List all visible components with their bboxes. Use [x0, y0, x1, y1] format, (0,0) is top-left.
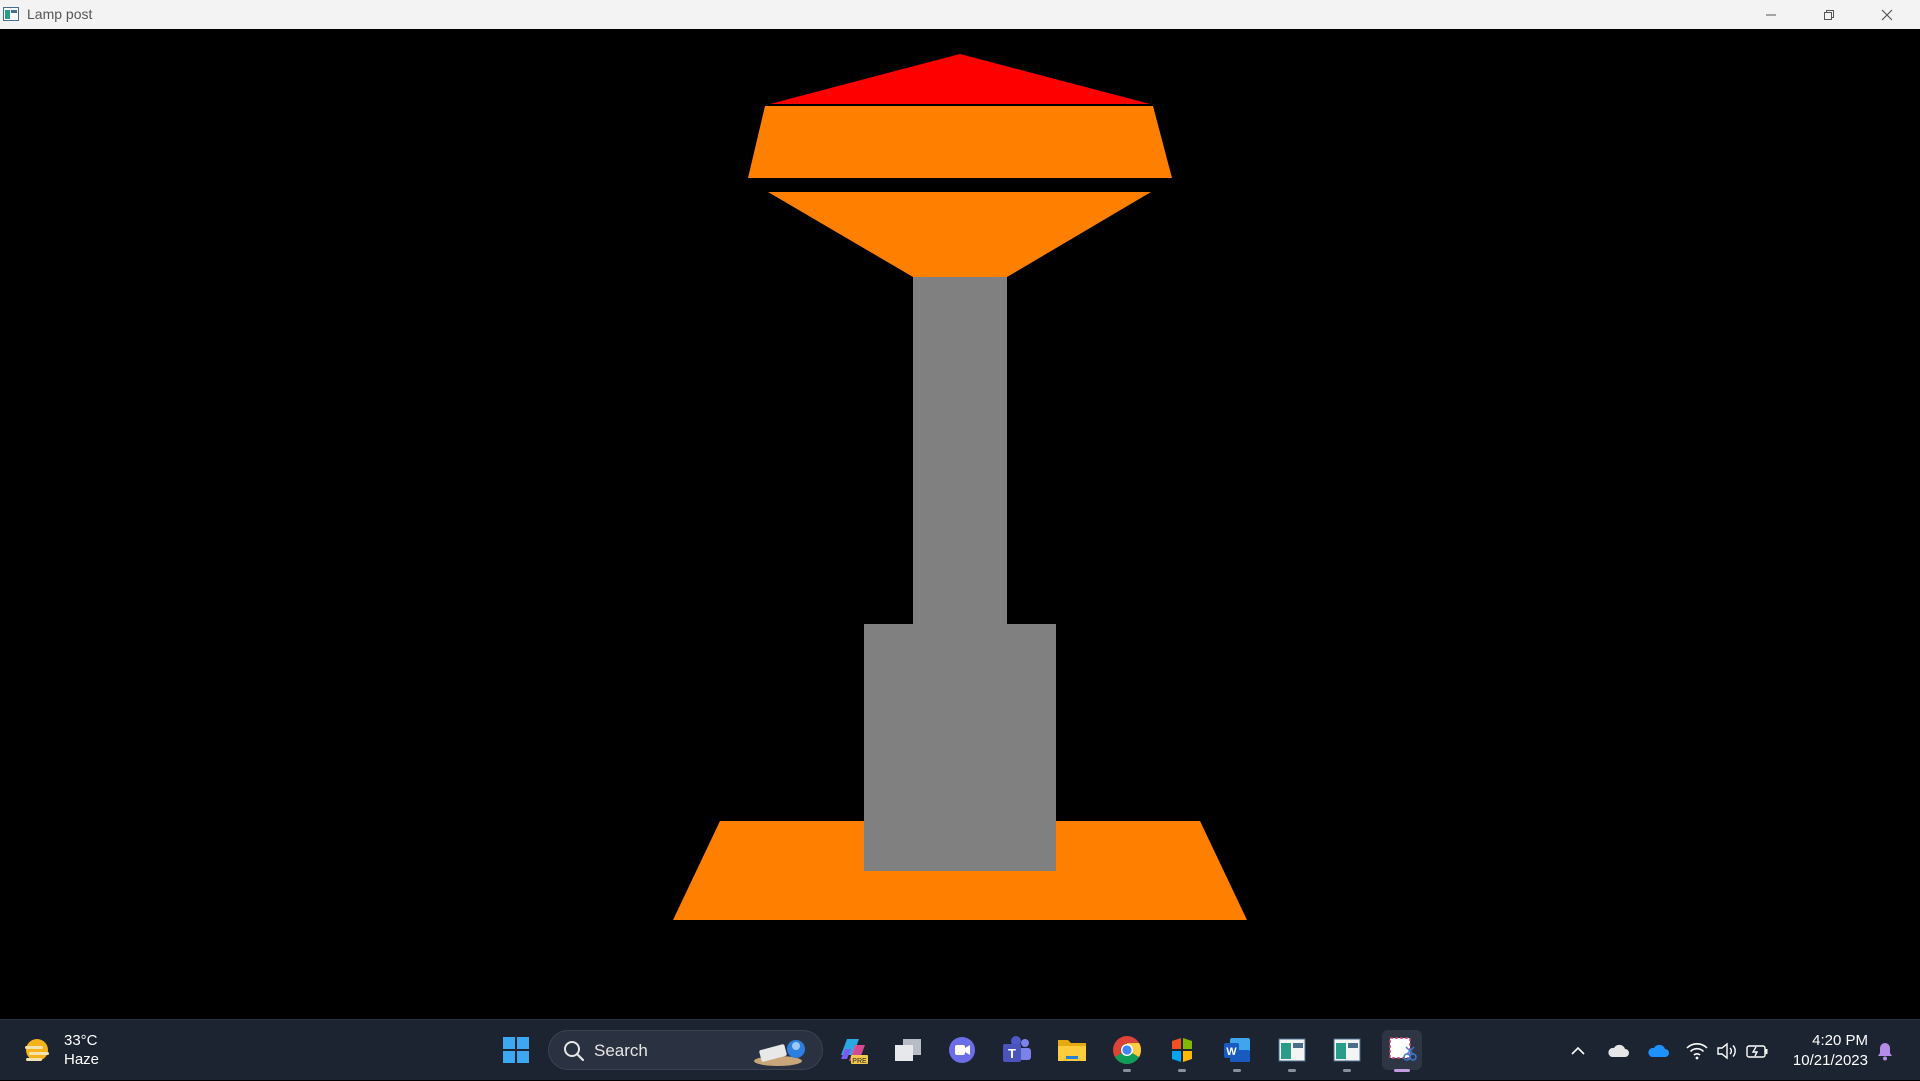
- svg-text:PRE: PRE: [852, 1058, 867, 1065]
- window-app-button-2[interactable]: [1327, 1030, 1367, 1072]
- copilot-icon: PRE: [841, 1039, 868, 1065]
- minimize-icon: [1766, 14, 1776, 15]
- chrome-button[interactable]: [1107, 1030, 1147, 1072]
- lamp-cap: [770, 54, 1150, 104]
- start-button[interactable]: [496, 1030, 536, 1070]
- teams-button[interactable]: T: [997, 1030, 1037, 1070]
- window-title: Lamp post: [27, 6, 93, 22]
- taskbar: 33°C Haze Search PRE T W 4:20 PM 10/21/2…: [0, 1019, 1920, 1080]
- notification-button[interactable]: [1872, 1038, 1898, 1064]
- task-view-button[interactable]: [888, 1030, 928, 1070]
- wifi-icon: [1686, 1043, 1708, 1060]
- battery-button[interactable]: [1744, 1038, 1770, 1064]
- window-app-icon: [1333, 1038, 1361, 1062]
- task-view-icon: [895, 1039, 921, 1061]
- show-hidden-icons-button[interactable]: [1565, 1038, 1591, 1064]
- lamp-base-block: [864, 624, 1056, 871]
- onedrive-personal-button[interactable]: [1605, 1038, 1631, 1064]
- meet-button[interactable]: [942, 1030, 982, 1070]
- snipping-tool-button[interactable]: [1382, 1030, 1422, 1072]
- close-button[interactable]: [1858, 0, 1916, 29]
- drawing-canvas: [0, 29, 1920, 1019]
- window-app-button-1[interactable]: [1272, 1030, 1312, 1072]
- copilot-button[interactable]: PRE: [833, 1030, 873, 1070]
- store-button[interactable]: [1162, 1030, 1202, 1072]
- lamp-pole: [913, 277, 1007, 625]
- search-input[interactable]: Search: [548, 1030, 823, 1070]
- running-indicator: [1178, 1069, 1186, 1072]
- chevron-up-icon: [1571, 1046, 1585, 1055]
- running-indicator: [1343, 1069, 1351, 1072]
- running-indicator: [1233, 1069, 1241, 1072]
- running-indicator: [1394, 1069, 1410, 1072]
- start-icon: [503, 1037, 529, 1063]
- svg-text:T: T: [1008, 1046, 1016, 1061]
- wifi-button[interactable]: [1684, 1038, 1710, 1064]
- word-icon: W: [1224, 1038, 1250, 1062]
- lamp-lower-shade: [768, 192, 1151, 277]
- clock[interactable]: 4:20 PM 10/21/2023: [1780, 1031, 1868, 1071]
- snipping-tool-icon: [1389, 1037, 1417, 1061]
- teams-icon: T: [1003, 1036, 1031, 1062]
- taskbar-apps: Search PRE T W: [0, 1020, 1920, 1081]
- file-explorer-button[interactable]: [1052, 1030, 1092, 1070]
- onedrive-button[interactable]: [1645, 1038, 1671, 1064]
- word-button[interactable]: W: [1217, 1030, 1257, 1072]
- onedrive-personal-icon: [1608, 1044, 1629, 1057]
- battery-icon: [1746, 1045, 1768, 1058]
- window-titlebar[interactable]: Lamp post: [0, 0, 1920, 29]
- onedrive-icon: [1648, 1044, 1669, 1057]
- restore-icon: [1824, 9, 1834, 20]
- close-icon: [1881, 9, 1893, 20]
- volume-button[interactable]: [1714, 1038, 1740, 1064]
- svg-text:W: W: [1226, 1046, 1237, 1058]
- search-label: Search: [594, 1041, 648, 1060]
- clock-time: 4:20 PM: [1812, 1032, 1868, 1049]
- window-app-icon: [1278, 1038, 1306, 1062]
- minimize-button[interactable]: [1742, 0, 1800, 29]
- restore-button[interactable]: [1800, 0, 1858, 29]
- chrome-icon: [1113, 1036, 1141, 1064]
- lamp-upper-shade: [748, 106, 1172, 178]
- search-highlight-icon: [754, 1040, 805, 1066]
- notification-icon: [1878, 1043, 1892, 1061]
- clock-date: 10/21/2023: [1792, 1052, 1868, 1069]
- meet-icon: [949, 1037, 975, 1063]
- running-indicator: [1123, 1069, 1131, 1072]
- file-explorer-icon: [1058, 1040, 1086, 1061]
- app-icon: [3, 7, 19, 21]
- store-icon: [1172, 1038, 1192, 1062]
- volume-icon: [1717, 1042, 1736, 1060]
- running-indicator: [1288, 1069, 1296, 1072]
- search-icon: [564, 1041, 585, 1062]
